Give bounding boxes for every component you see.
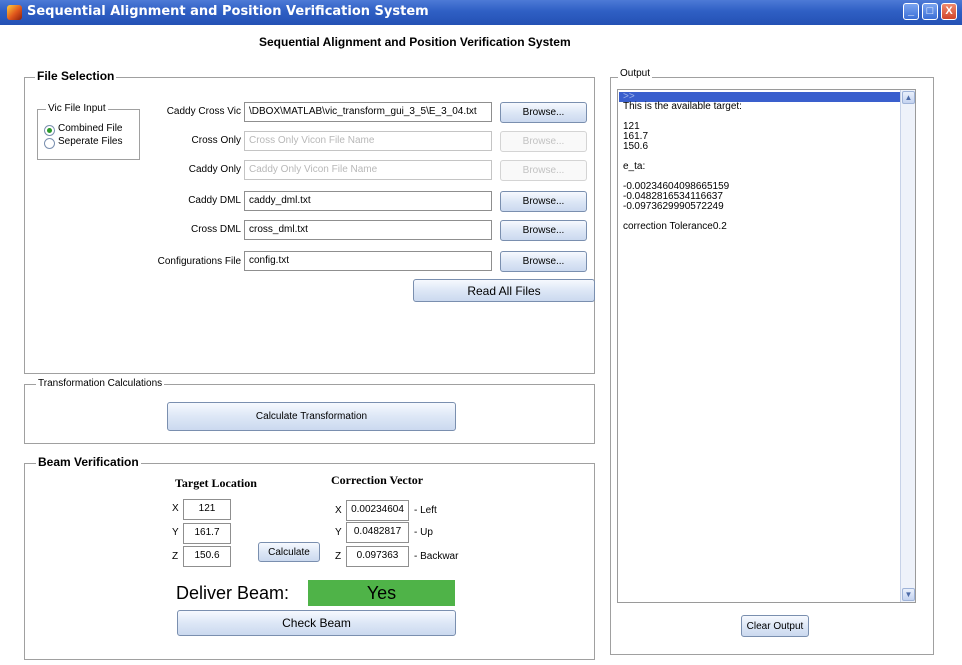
target-z-field[interactable]: 150.6 (183, 546, 231, 567)
output-line[interactable]: 121 (619, 122, 900, 132)
configurations-file-browse-button[interactable]: Browse... (500, 251, 587, 272)
matlab-icon (7, 5, 22, 20)
correction-z-label: Z (335, 551, 342, 562)
caddy-dml-browse-button[interactable]: Browse... (500, 191, 587, 212)
caddy-cross-vic-field[interactable]: \DBOX\MATLAB\vic_transform_gui_3_5\E_3_0… (244, 102, 492, 122)
target-y-field[interactable]: 161.7 (183, 523, 231, 544)
file-selection-title: File Selection (35, 69, 117, 83)
configurations-file-label: Configurations File (157, 256, 241, 267)
check-beam-button[interactable]: Check Beam (177, 610, 456, 636)
calculate-button[interactable]: Calculate (258, 542, 320, 562)
separate-files-radio[interactable] (44, 138, 55, 149)
deliver-beam-status: Yes (308, 580, 455, 606)
cross-only-browse-button[interactable]: Browse... (500, 131, 587, 152)
scroll-up-icon[interactable]: ▲ (902, 91, 915, 104)
correction-x-label: X (335, 505, 342, 516)
output-line[interactable]: -0.0973629990572249 (619, 202, 900, 212)
correction-z-direction: - Backwar (414, 551, 459, 562)
cross-dml-label: Cross DML (190, 224, 241, 235)
combined-file-label: Combined File (58, 123, 123, 134)
output-line[interactable] (619, 112, 900, 122)
output-line[interactable]: e_ta: (619, 162, 900, 172)
combined-file-radio[interactable] (44, 125, 55, 136)
caddy-dml-field[interactable]: caddy_dml.txt (244, 191, 492, 211)
caddy-dml-label: Caddy DML (188, 195, 241, 206)
output-listbox[interactable]: >> This is the available target: 121 161.7 1… (617, 89, 916, 603)
correction-y-direction: - Up (414, 527, 433, 538)
caddy-only-field[interactable]: Caddy Only Vicon File Name (244, 160, 492, 180)
target-z-label: Z (172, 551, 179, 562)
output-scrollbar[interactable]: ▲ ▼ (900, 90, 915, 602)
correction-y-label: Y (335, 527, 342, 538)
page-title: Sequential Alignment and Position Verifi… (259, 35, 571, 49)
read-all-files-button[interactable]: Read All Files (413, 279, 595, 302)
target-x-label: X (172, 503, 179, 514)
target-x-field[interactable]: 121 (183, 499, 231, 520)
cross-dml-field[interactable]: cross_dml.txt (244, 220, 492, 240)
window-title: Sequential Alignment and Position Verifi… (27, 4, 429, 19)
transformation-title: Transformation Calculations (36, 378, 165, 389)
window-titlebar: Sequential Alignment and Position Verifi… (0, 0, 962, 25)
output-lines: >> This is the available target: 121 161.7 1… (619, 92, 900, 232)
beam-verification-title: Beam Verification (36, 455, 141, 469)
separate-files-label: Seperate Files (58, 136, 123, 147)
close-button[interactable]: X (941, 3, 957, 20)
cross-only-label: Cross Only (191, 135, 241, 146)
cross-only-field[interactable]: Cross Only Vicon File Name (244, 131, 492, 151)
output-line[interactable]: 161.7 (619, 132, 900, 142)
calculate-transformation-button[interactable]: Calculate Transformation (167, 402, 456, 431)
correction-x-direction: - Left (414, 505, 437, 516)
configurations-file-field[interactable]: config.txt (244, 251, 492, 271)
caddy-cross-vic-label: Caddy Cross Vic (166, 106, 241, 117)
target-y-label: Y (172, 527, 179, 538)
scroll-down-icon[interactable]: ▼ (902, 588, 915, 601)
cross-dml-browse-button[interactable]: Browse... (500, 220, 587, 241)
caddy-only-browse-button[interactable]: Browse... (500, 160, 587, 181)
caddy-cross-vic-browse-button[interactable]: Browse... (500, 102, 587, 123)
correction-z-field[interactable]: 0.097363 (346, 546, 409, 567)
output-line[interactable] (619, 152, 900, 162)
minimize-button[interactable]: _ (903, 3, 919, 20)
correction-vector-heading: Correction Vector (331, 473, 424, 487)
output-line[interactable]: This is the available target: (619, 102, 900, 112)
output-line[interactable]: correction Tolerance0.2 (619, 222, 900, 232)
output-title: Output (618, 68, 653, 79)
output-line[interactable]: 150.6 (619, 142, 900, 152)
caddy-only-label: Caddy Only (188, 164, 241, 175)
deliver-beam-label: Deliver Beam: (176, 583, 290, 603)
clear-output-button[interactable]: Clear Output (741, 615, 809, 637)
correction-x-field[interactable]: 0.00234604 (346, 500, 409, 521)
maximize-button[interactable]: □ (922, 3, 938, 20)
radio-selected-dot (47, 128, 52, 133)
target-location-heading: Target Location (175, 476, 257, 490)
vic-file-input-title: Vic File Input (46, 103, 108, 114)
correction-y-field[interactable]: 0.0482817 (346, 522, 409, 543)
